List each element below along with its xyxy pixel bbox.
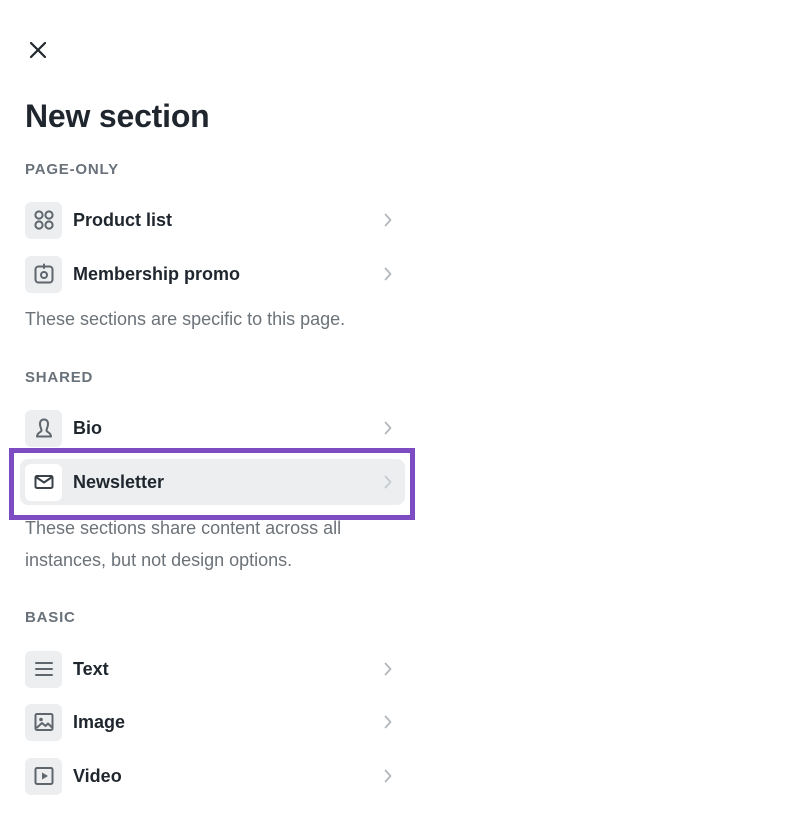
video-icon	[25, 757, 62, 795]
section-label-shared: SHARED	[25, 369, 94, 386]
section-item-video[interactable]: Video	[20, 753, 405, 799]
chevron-right-icon	[381, 421, 395, 435]
chevron-right-icon	[381, 715, 395, 729]
chevron-right-icon	[381, 475, 395, 489]
chevron-right-icon	[381, 662, 395, 676]
section-item-label: Newsletter	[73, 471, 165, 492]
section-item-text[interactable]: Text	[20, 646, 405, 692]
section-item-newsletter[interactable]: Newsletter	[20, 459, 405, 505]
chevron-right-icon	[381, 769, 395, 783]
close-icon	[29, 41, 47, 59]
section-item-label: Text	[73, 658, 109, 679]
image-icon	[25, 703, 62, 741]
close-button[interactable]	[24, 36, 52, 64]
section-item-membership-promo[interactable]: Membership promo	[20, 251, 405, 297]
chevron-right-icon	[381, 267, 395, 281]
membership-icon	[25, 255, 62, 293]
person-icon	[25, 409, 62, 447]
section-item-label: Product list	[73, 209, 173, 230]
page-title: New section	[25, 98, 210, 134]
text-lines-icon	[25, 650, 62, 688]
section-item-label: Video	[73, 765, 122, 786]
chevron-right-icon	[381, 213, 395, 227]
section-item-label: Bio	[73, 417, 102, 438]
section-item-image[interactable]: Image	[20, 699, 405, 745]
section-item-label: Membership promo	[73, 263, 241, 284]
grid-icon	[25, 201, 62, 239]
section-item-bio[interactable]: Bio	[20, 405, 405, 451]
section-label-page-only: PAGE-ONLY	[25, 161, 119, 178]
section-note-shared: These sections share content across all …	[25, 518, 342, 570]
section-item-product-list[interactable]: Product list	[20, 197, 405, 243]
section-item-label: Image	[73, 711, 126, 732]
section-note-page-only: These sections are specific to this page…	[25, 309, 346, 329]
mail-icon	[25, 463, 62, 501]
section-label-basic: BASIC	[25, 609, 76, 626]
